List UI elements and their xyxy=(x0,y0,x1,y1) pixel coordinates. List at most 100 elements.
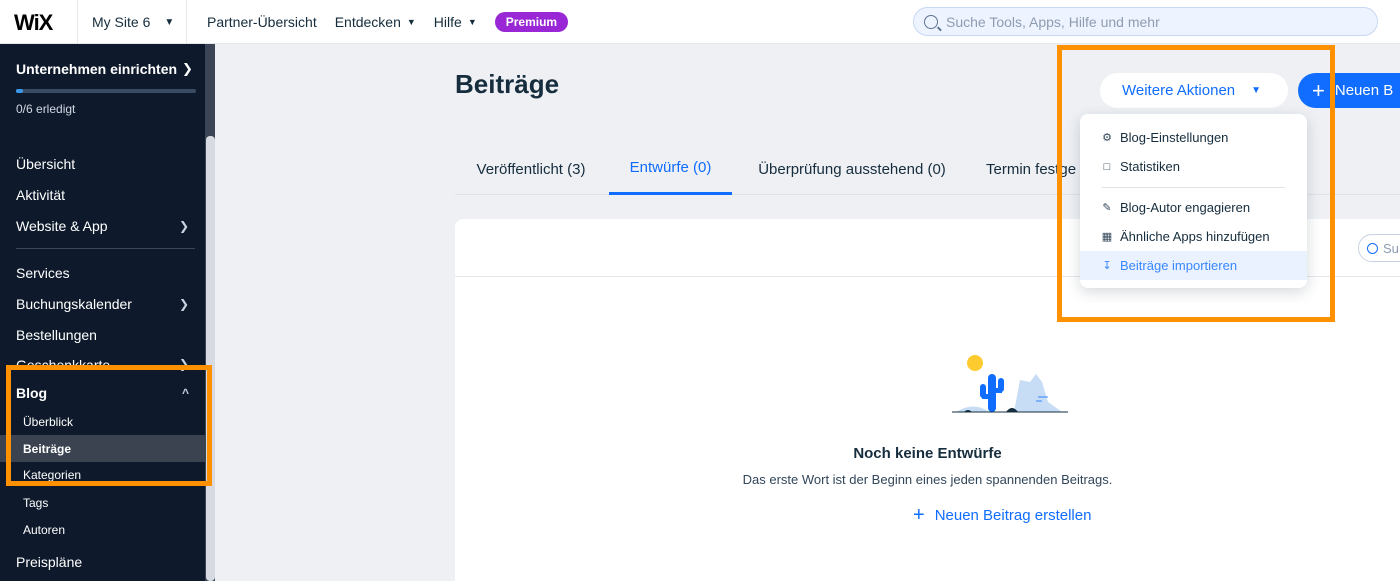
sidebar-item-label: Website & App xyxy=(16,217,108,234)
empty-state-title: Noch keine Entwürfe xyxy=(853,445,1002,462)
sidebar-scrollbar[interactable] xyxy=(206,136,215,581)
tab-label: Entwürfe (0) xyxy=(629,159,712,176)
more-actions-button[interactable]: Weitere Aktionen ▼ xyxy=(1100,73,1288,108)
sidebar-subitem-label: Kategorien xyxy=(23,468,82,482)
site-switcher[interactable]: My Site 6 ▼ xyxy=(77,0,187,44)
sidebar-item-services[interactable]: Services xyxy=(0,257,205,288)
nav-partner-overview[interactable]: Partner-Übersicht xyxy=(207,14,317,30)
tab-label: Überprüfung ausstehend (0) xyxy=(758,160,946,178)
cactus-joint-left xyxy=(982,394,990,399)
sidebar-item-label: Buchungskalender xyxy=(16,295,132,312)
chevron-right-icon: ❯ xyxy=(178,296,189,311)
chevron-down-icon: ▼ xyxy=(406,17,416,27)
menu-item-label: Beiträge importieren xyxy=(1120,258,1238,273)
global-search[interactable] xyxy=(913,7,1378,36)
setup-progress-fill xyxy=(16,89,24,93)
search-icon xyxy=(924,14,938,29)
sun-shape xyxy=(967,355,983,371)
chevron-right-icon[interactable]: ❯ xyxy=(182,61,193,77)
menu-item-import-posts[interactable]: ↧ Beiträge importieren xyxy=(1080,251,1307,280)
chevron-right-icon: ❯ xyxy=(178,218,189,233)
sidebar-item-orders[interactable]: Bestellungen xyxy=(0,319,205,350)
sidebar-subitem-authors[interactable]: Autoren xyxy=(0,516,205,543)
tab-label: Veröffentlicht (3) xyxy=(476,160,586,178)
tab-scheduled[interactable]: Termin festge xyxy=(986,143,1086,195)
sidebar-subitem-label: Überblick xyxy=(23,414,74,429)
nav-label: Partner-Übersicht xyxy=(207,14,317,30)
menu-item-label: Ähnliche Apps hinzufügen xyxy=(1120,229,1270,244)
sidebar-item-label: Services xyxy=(16,264,70,281)
tab-pending-review[interactable]: Überprüfung ausstehend (0) xyxy=(735,143,969,195)
empty-state-subtitle: Das erste Wort ist der Beginn eines jede… xyxy=(742,472,1113,487)
menu-item-hire-blog-author[interactable]: ✎ Blog-Autor engagieren xyxy=(1080,193,1307,222)
chevron-down-icon: ▼ xyxy=(164,16,175,28)
chevron-up-icon: ^ xyxy=(181,385,189,400)
sidebar-subitem-categories[interactable]: Kategorien xyxy=(0,462,205,489)
download-icon: ↧ xyxy=(1102,260,1112,272)
plus-icon: + xyxy=(913,504,925,526)
sidebar-subitem-posts[interactable]: Beiträge xyxy=(0,435,205,462)
nav-discover[interactable]: Entdecken ▼ xyxy=(335,14,416,30)
nav-help[interactable]: Hilfe ▼ xyxy=(434,14,477,30)
sidebar-item-label: Geschenkkarte xyxy=(16,357,111,373)
top-bar: WiX My Site 6 ▼ Partner-Übersicht Entdec… xyxy=(0,0,1400,44)
global-search-input[interactable] xyxy=(946,13,1366,30)
nav-label: Hilfe xyxy=(433,14,462,30)
pen-nib-icon: ✎ xyxy=(1102,202,1112,214)
sidebar-subitem-label: Tags xyxy=(23,495,49,510)
sidebar-subitem-overview[interactable]: Überblick xyxy=(0,408,205,435)
page-title: Beiträge xyxy=(455,69,560,99)
more-actions-dropdown: ⚙ Blog-Einstellungen □ Statistiken ✎ Blog-A… xyxy=(1080,114,1307,288)
menu-item-label: Blog-Einstellungen xyxy=(1120,130,1229,145)
top-nav: Partner-Übersicht Entdecken ▼ Hilfe ▼ Prem… xyxy=(207,0,569,44)
chevron-down-icon: ▼ xyxy=(1251,85,1262,96)
new-post-button[interactable]: + Neuen B xyxy=(1298,73,1400,108)
menu-item-label: Statistiken xyxy=(1120,159,1180,174)
dune-shape xyxy=(956,406,990,412)
create-post-label: Neuen Beitrag erstellen xyxy=(934,506,1092,524)
menu-divider xyxy=(1102,187,1285,188)
tab-published[interactable]: Veröffentlicht (3) xyxy=(455,143,607,195)
mountain-shape xyxy=(1014,374,1062,412)
setup-progress-bar xyxy=(16,89,196,93)
setup-title[interactable]: Unternehmen einrichten xyxy=(16,61,177,77)
premium-badge[interactable]: Premium xyxy=(494,12,569,32)
sidebar-nav: Übersicht Aktivität Website & App ❯ Servi… xyxy=(0,148,205,577)
sidebar-item-pricing-plans[interactable]: Preispläne xyxy=(0,546,205,577)
setup-progress-text: 0/6 erledigt xyxy=(16,102,76,116)
site-name: My Site 6 xyxy=(92,14,151,30)
wix-logo[interactable]: WiX xyxy=(14,10,53,36)
sidebar-item-overview[interactable]: Übersicht xyxy=(0,148,205,179)
sidebar-item-blog[interactable]: Blog ^ xyxy=(0,377,205,408)
sidebar-divider xyxy=(16,248,195,249)
sidebar-item-label: Preispläne xyxy=(16,553,83,570)
apps-grid-icon: ▦ xyxy=(1101,231,1113,243)
new-post-label: Neuen B xyxy=(1334,82,1394,99)
more-actions-label: Weitere Aktionen xyxy=(1122,82,1236,99)
sidebar-item-website-app[interactable]: Website & App ❯ xyxy=(0,210,205,241)
sidebar-item-label: Aktivität xyxy=(16,186,66,203)
bar-chart-icon: □ xyxy=(1103,160,1111,173)
menu-item-label: Blog-Autor engagieren xyxy=(1120,200,1251,215)
plus-icon: + xyxy=(1312,77,1325,103)
sidebar-item-activity[interactable]: Aktivität xyxy=(0,179,205,210)
sidebar-item-label: Blog xyxy=(16,384,48,401)
sidebar-item-booking-calendar[interactable]: Buchungskalender ❯ xyxy=(0,288,205,319)
sidebar-subitem-tags[interactable]: Tags xyxy=(0,489,205,516)
sidebar-subitem-label: Autoren xyxy=(23,522,66,537)
sidebar-item-gift-card[interactable]: Geschenkkarte ❯ xyxy=(0,350,205,377)
sidebar-item-label: Übersicht xyxy=(16,155,76,172)
tab-label: Termin festge xyxy=(986,160,1077,178)
sidebar-subitem-label: Beiträge xyxy=(23,441,72,456)
sidebar: Unternehmen einrichten ❯ 0/6 erledigt Üb… xyxy=(0,44,215,581)
menu-item-blog-settings[interactable]: ⚙ Blog-Einstellungen xyxy=(1080,123,1307,152)
gear-icon: ⚙ xyxy=(1102,132,1112,144)
chevron-down-icon: ▼ xyxy=(467,17,477,27)
posts-search-placeholder: Su xyxy=(1383,240,1399,256)
menu-item-add-similar-apps[interactable]: ▦ Ähnliche Apps hinzufügen xyxy=(1080,222,1307,251)
chevron-right-icon: ❯ xyxy=(178,357,189,371)
create-post-link[interactable]: + Neuen Beitrag erstellen xyxy=(913,505,1091,525)
posts-search[interactable]: Su xyxy=(1358,234,1400,262)
tab-drafts[interactable]: Entwürfe (0) xyxy=(609,143,732,195)
menu-item-statistics[interactable]: □ Statistiken xyxy=(1080,152,1307,181)
